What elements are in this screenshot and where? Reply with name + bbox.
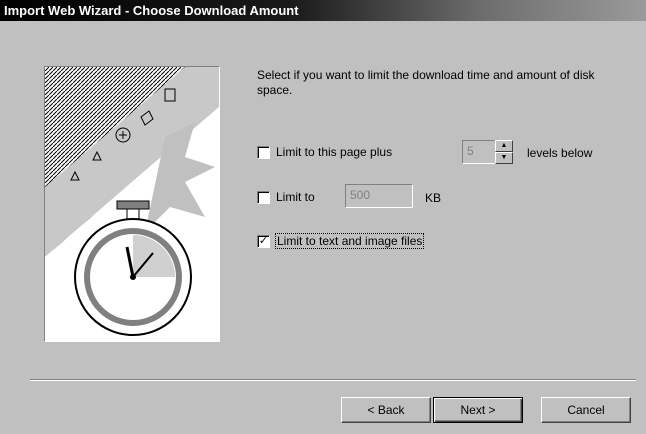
wizard-stopwatch-illustration: [44, 66, 220, 342]
limit-page-label: Limit to this page plus: [276, 145, 393, 159]
stopwatch-illustration-svg: [45, 67, 219, 341]
intro-text: Select if you want to limit the download…: [257, 68, 595, 97]
limit-kb-option[interactable]: Limit to: [257, 190, 315, 204]
kb-unit-label: KB: [425, 191, 442, 205]
title-bar: Import Web Wizard - Choose Download Amou…: [0, 0, 646, 21]
levels-spinner[interactable]: ▲ ▼: [495, 140, 513, 164]
levels-below-label: levels below: [527, 146, 593, 160]
spin-down-icon[interactable]: ▼: [495, 152, 513, 164]
limit-kb-checkbox[interactable]: [257, 190, 270, 204]
cancel-button[interactable]: Cancel: [541, 397, 631, 423]
levels-input[interactable]: 5: [462, 140, 496, 164]
limit-page-option[interactable]: Limit to this page plus: [257, 145, 392, 159]
checkmark-icon: ✓: [258, 234, 269, 247]
limit-text-images-checkbox[interactable]: ✓: [257, 234, 270, 248]
spin-up-icon[interactable]: ▲: [495, 140, 513, 152]
limit-page-checkbox[interactable]: [257, 145, 270, 159]
limit-text-images-option[interactable]: ✓ Limit to text and image files: [257, 233, 425, 249]
button-separator: [30, 379, 636, 381]
limit-text-images-label: Limit to text and image files: [274, 233, 425, 249]
kb-input[interactable]: 500: [345, 184, 413, 208]
next-button[interactable]: Next >: [433, 397, 523, 423]
back-button[interactable]: < Back: [341, 397, 431, 423]
limit-kb-label: Limit to: [276, 190, 315, 204]
